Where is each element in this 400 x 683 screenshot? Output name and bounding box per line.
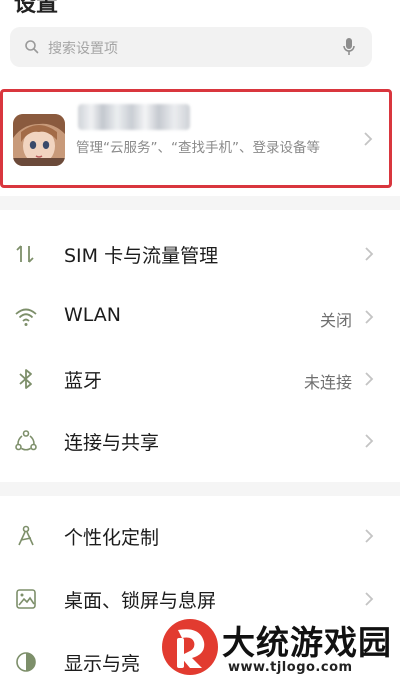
share-icon bbox=[14, 429, 38, 453]
user-avatar bbox=[13, 114, 65, 166]
chevron-right-icon bbox=[364, 371, 374, 387]
settings-item-sim[interactable]: SIM 卡与流量管理 bbox=[0, 224, 392, 286]
settings-item-label: 显示与亮 bbox=[64, 653, 141, 675]
personalize-icon bbox=[14, 524, 38, 548]
settings-item-bluetooth[interactable]: 蓝牙 未连接 bbox=[0, 349, 392, 411]
chevron-right-icon bbox=[364, 309, 374, 325]
brightness-icon bbox=[14, 650, 38, 674]
chevron-right-icon bbox=[364, 246, 374, 262]
watermark-title: 大统游戏园 bbox=[222, 623, 392, 662]
wallpaper-icon bbox=[14, 587, 38, 611]
chevron-right-icon bbox=[363, 131, 373, 147]
settings-item-personalize[interactable]: 个性化定制 bbox=[0, 506, 392, 568]
bluetooth-icon bbox=[14, 367, 38, 391]
chevron-right-icon bbox=[364, 528, 374, 544]
settings-item-label: WLAN bbox=[64, 304, 122, 326]
page-title: 设置 bbox=[14, 0, 59, 17]
microphone-icon[interactable] bbox=[342, 37, 356, 57]
settings-item-wlan[interactable]: WLAN 关闭 bbox=[0, 287, 392, 349]
watermark: 大统游戏园 www.tjlogo.com bbox=[150, 612, 400, 683]
settings-item-value: 关闭 bbox=[319, 311, 352, 330]
settings-item-label: 蓝牙 bbox=[64, 370, 103, 392]
chevron-right-icon bbox=[364, 591, 374, 607]
account-description: 管理“云服务”、“查找手机”、登录设备等 bbox=[76, 140, 320, 156]
wifi-icon bbox=[14, 305, 38, 329]
settings-item-label: 桌面、锁屏与息屏 bbox=[64, 590, 217, 612]
section-divider bbox=[0, 482, 400, 496]
chevron-right-icon bbox=[364, 433, 374, 449]
settings-item-connection-sharing[interactable]: 连接与共享 bbox=[0, 411, 392, 473]
account-card[interactable]: 管理“云服务”、“查找手机”、登录设备等 bbox=[0, 89, 392, 188]
settings-item-label: 个性化定制 bbox=[64, 527, 160, 549]
search-placeholder: 搜索设置项 bbox=[48, 41, 118, 57]
section-divider bbox=[0, 196, 400, 210]
sim-data-icon bbox=[14, 242, 38, 266]
account-name-blurred bbox=[78, 104, 190, 130]
settings-item-label: 连接与共享 bbox=[64, 432, 160, 454]
watermark-logo-icon bbox=[160, 616, 220, 678]
watermark-url: www.tjlogo.com bbox=[228, 660, 353, 675]
settings-item-label: SIM 卡与流量管理 bbox=[64, 245, 219, 267]
search-bar[interactable]: 搜索设置项 bbox=[10, 27, 372, 67]
settings-item-value: 未连接 bbox=[303, 373, 352, 392]
search-icon bbox=[24, 39, 40, 55]
